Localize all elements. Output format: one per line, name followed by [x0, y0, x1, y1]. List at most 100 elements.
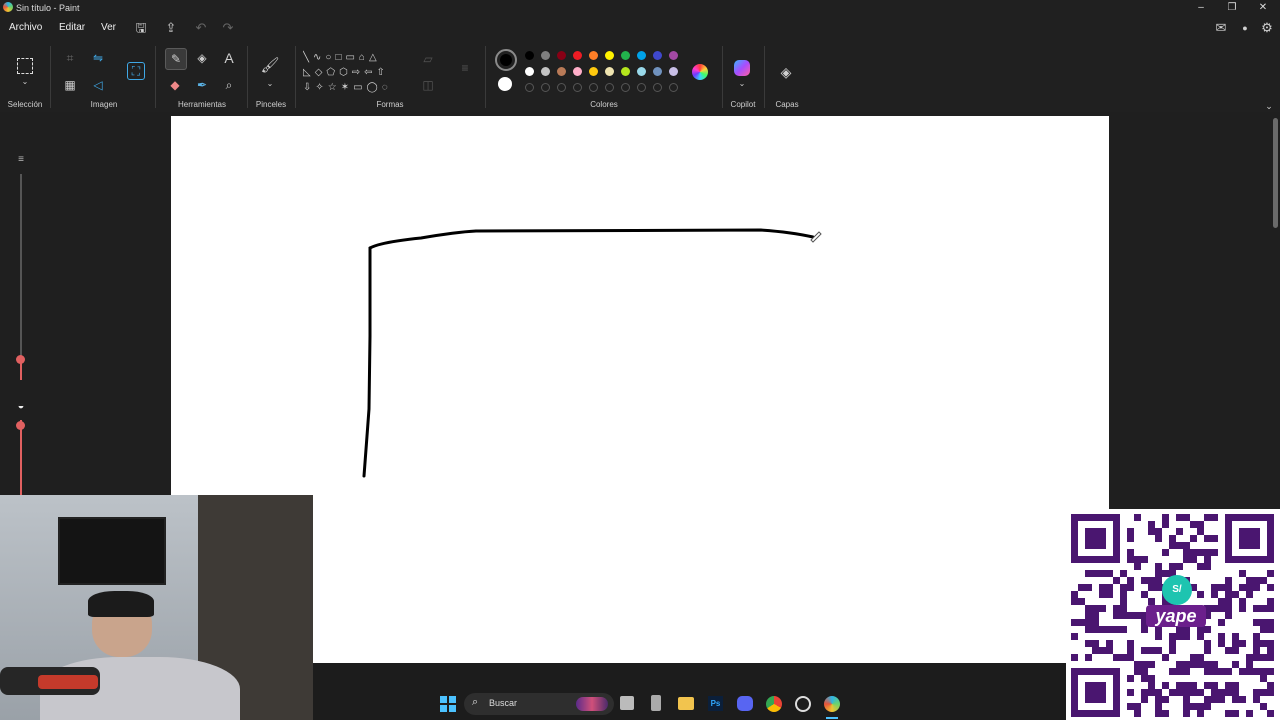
task-view-icon[interactable] — [620, 696, 634, 710]
account-icon[interactable]: ● — [1238, 20, 1252, 36]
custom-color-slot[interactable] — [669, 83, 678, 92]
palette-swatch[interactable] — [669, 67, 678, 76]
paint-taskbar-icon[interactable] — [824, 696, 840, 712]
qr-module — [1162, 549, 1169, 556]
outline-icon[interactable]: ▱ — [418, 49, 438, 69]
app-icon[interactable] — [795, 696, 811, 712]
eraser-icon[interactable]: ◆ — [165, 75, 185, 95]
image-select-icon[interactable]: ⛶ — [127, 62, 145, 80]
brush-icon[interactable]: 🖌 — [260, 56, 280, 76]
qr-module — [1176, 563, 1183, 570]
file-explorer-icon[interactable] — [678, 697, 694, 710]
minimize-button[interactable]: – — [1186, 0, 1216, 16]
palette-swatch[interactable] — [589, 67, 598, 76]
custom-color-slot[interactable] — [637, 83, 646, 92]
selection-icon[interactable] — [17, 58, 33, 74]
resize-icon[interactable]: ⇋ — [88, 48, 108, 68]
save-icon[interactable]: 🖫 — [134, 20, 148, 36]
chevron-down-icon[interactable]: ⌄ — [18, 74, 32, 90]
palette-swatch[interactable] — [525, 51, 534, 60]
size-icon[interactable]: ≡ — [455, 58, 475, 78]
layers-icon[interactable]: ◈ — [776, 62, 796, 82]
shapes-row[interactable]: ╲∿○□▭⌂△ — [303, 50, 407, 65]
chevron-down-icon[interactable]: ⌄ — [735, 76, 749, 92]
opacity-slider-track[interactable] — [20, 420, 22, 495]
palette-swatch[interactable] — [637, 51, 646, 60]
close-button[interactable]: ✕ — [1248, 0, 1278, 16]
fill-icon[interactable]: ◈ — [192, 48, 212, 68]
custom-color-slot[interactable] — [541, 83, 550, 92]
pencil-icon[interactable]: ✎ — [165, 48, 187, 70]
palette-swatch[interactable] — [557, 67, 566, 76]
shapes-gallery[interactable]: ╲∿○□▭⌂△ ◺◇⬠⬡⇨⇦⇧ ⇩✧☆✶▭◯◌ — [303, 50, 407, 98]
qr-module — [1218, 598, 1225, 605]
photoshop-icon[interactable]: Ps — [708, 696, 723, 711]
custom-color-slot[interactable] — [621, 83, 630, 92]
palette-swatch[interactable] — [605, 51, 614, 60]
palette-swatch[interactable] — [541, 67, 550, 76]
collapse-ribbon-icon[interactable]: ⌄ — [1262, 98, 1276, 114]
primary-color-button[interactable] — [495, 49, 517, 71]
windows-start-icon[interactable] — [440, 696, 456, 712]
palette-swatch[interactable] — [573, 51, 582, 60]
zoom-icon[interactable]: ⌕ — [219, 75, 239, 95]
palette-swatch[interactable] — [653, 67, 662, 76]
undo-icon[interactable]: ↶ — [194, 20, 208, 36]
qr-module — [1197, 626, 1204, 633]
palette-swatch[interactable] — [637, 67, 646, 76]
vertical-scrollbar-thumb[interactable] — [1273, 118, 1278, 228]
shapes-row[interactable]: ◺◇⬠⬡⇨⇦⇧ — [303, 65, 407, 80]
chrome-icon[interactable] — [766, 696, 782, 712]
rotate-icon[interactable]: ◁ — [88, 75, 108, 95]
custom-color-slot[interactable] — [557, 83, 566, 92]
palette-swatch[interactable] — [525, 67, 534, 76]
opacity-slider-thumb[interactable] — [16, 421, 25, 430]
custom-color-slot[interactable] — [573, 83, 582, 92]
custom-color-slot[interactable] — [605, 83, 614, 92]
qr-module — [1183, 626, 1190, 633]
image-effects-icon[interactable]: ▦ — [60, 75, 80, 95]
qr-module — [1155, 577, 1162, 584]
fill-shape-icon[interactable]: ◫ — [418, 75, 438, 95]
feedback-icon[interactable]: ✉ — [1213, 20, 1229, 36]
restore-button[interactable]: ❐ — [1217, 0, 1247, 16]
crop-icon[interactable]: ⌗ — [60, 48, 80, 68]
redo-icon[interactable]: ↷ — [221, 20, 235, 36]
qr-module — [1092, 640, 1099, 647]
palette-swatch[interactable] — [621, 67, 630, 76]
palette-swatch[interactable] — [557, 51, 566, 60]
group-label-shapes: Formas — [376, 100, 404, 109]
palette-swatch[interactable] — [573, 67, 582, 76]
palette-swatch[interactable] — [605, 67, 614, 76]
share-icon[interactable]: ⇪ — [164, 20, 178, 36]
palette-swatch[interactable] — [589, 51, 598, 60]
custom-color-slot[interactable] — [525, 83, 534, 92]
app-icon[interactable] — [651, 695, 661, 711]
chevron-down-icon[interactable]: ⌄ — [263, 76, 277, 92]
palette-swatch[interactable] — [669, 51, 678, 60]
size-slider-track[interactable] — [20, 174, 22, 380]
taskbar-search-box[interactable]: ⌕ Buscar — [464, 693, 614, 715]
settings-icon[interactable]: ⚙ — [1259, 20, 1275, 36]
menu-edit[interactable]: Editar — [59, 22, 85, 33]
edit-colors-icon[interactable] — [692, 64, 708, 80]
copilot-icon[interactable] — [734, 60, 750, 76]
discord-icon[interactable] — [737, 696, 753, 711]
custom-color-slot[interactable] — [653, 83, 662, 92]
qr-module — [1120, 605, 1127, 612]
qr-module — [1134, 710, 1141, 717]
menu-file[interactable]: Archivo — [9, 22, 42, 33]
qr-module — [1176, 528, 1183, 535]
color-picker-icon[interactable]: ✒ — [192, 75, 212, 95]
qr-module — [1155, 584, 1162, 591]
qr-module — [1106, 570, 1113, 577]
secondary-color-button[interactable] — [498, 77, 512, 91]
custom-color-slot[interactable] — [589, 83, 598, 92]
palette-swatch[interactable] — [621, 51, 630, 60]
menu-view[interactable]: Ver — [101, 22, 116, 33]
text-icon[interactable]: A — [219, 48, 239, 68]
qr-module — [1232, 696, 1239, 703]
shapes-row[interactable]: ⇩✧☆✶▭◯◌ — [303, 80, 407, 95]
palette-swatch[interactable] — [541, 51, 550, 60]
palette-swatch[interactable] — [653, 51, 662, 60]
